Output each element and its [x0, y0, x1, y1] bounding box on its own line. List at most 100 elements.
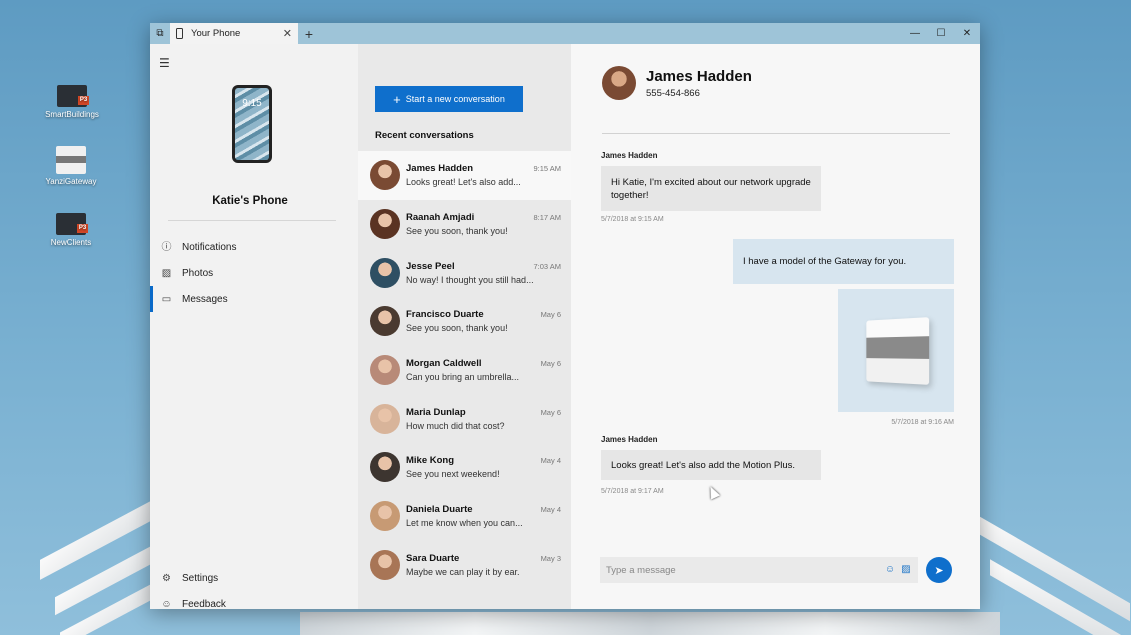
conversation-time: 9:15 AM [533, 164, 561, 174]
send-icon: ➤ [934, 564, 944, 577]
desktop-icon-smartbuildings[interactable]: P3 SmartBuildings [37, 85, 107, 119]
conversation-item[interactable]: Mike Kong May 4 See you next weekend! [358, 443, 571, 492]
message-input[interactable] [606, 564, 880, 576]
image-attach-icon[interactable]: ▨ [900, 564, 912, 576]
gateway-device-image [866, 316, 930, 385]
start-new-conversation-button[interactable]: + Start a new conversation [375, 86, 523, 112]
message-icon: ▭ [161, 293, 172, 305]
message-sender: James Hadden [601, 435, 658, 444]
contact-avatar [370, 160, 400, 191]
conversation-time: May 3 [540, 553, 561, 563]
desktop-icon-label: NewClients [50, 238, 92, 247]
conversation-time: May 4 [540, 505, 561, 515]
close-button[interactable]: ✕ [954, 23, 980, 44]
outgoing-message-bubble[interactable]: I have a model of the Gateway for you. [733, 239, 954, 284]
message-timestamp: 5/7/2018 at 9:16 AM [891, 419, 954, 426]
contact-avatar [370, 549, 400, 580]
left-nav: ☰ 9:15 Katie's Phone ⓘ Notifications ▨ P… [150, 44, 358, 610]
conversation-item[interactable]: Morgan Caldwell May 6 Can you bring an umb… [358, 346, 571, 395]
conversation-name: Raanah Amjadi [406, 212, 475, 224]
conversations-pane: + Start a new conversation Recent conver… [358, 44, 571, 609]
nav-divider [168, 220, 336, 221]
phone-name: Katie's Phone [212, 195, 288, 207]
tab-close-icon[interactable]: ✕ [283, 27, 292, 40]
conversation-preview: See you next weekend! [406, 469, 500, 480]
chat-pane: James Hadden 555-454-866 James Hadden Hi… [571, 44, 980, 609]
title-bar[interactable]: ⧉ Your Phone ✕ + — ☐ ✕ [150, 23, 980, 44]
button-label: Start a new conversation [405, 94, 505, 104]
nav-item-settings[interactable]: ⚙ Settings [150, 565, 358, 591]
powerpoint-file-icon: P3 [57, 85, 89, 107]
contact-avatar [370, 501, 400, 532]
contact-avatar [370, 209, 400, 240]
conversation-item[interactable]: James Hadden 9:15 AM Looks great! Let's al… [358, 151, 571, 200]
conversation-name: Maria Dunlap [406, 406, 466, 418]
conversation-preview: Looks great! Let's also add... [406, 177, 521, 188]
message-timestamp: 5/7/2018 at 9:17 AM [601, 488, 664, 495]
conversation-preview: See you soon, thank you! [406, 323, 508, 334]
conversation-time: May 6 [540, 310, 561, 320]
conversation-preview: See you soon, thank you! [406, 226, 508, 237]
conversation-item[interactable]: Daniela Duarte May 4 Let me know when you … [358, 492, 571, 541]
feedback-person-icon: ☺ [161, 598, 172, 610]
contact-avatar [370, 306, 400, 337]
conversation-name: Morgan Caldwell [406, 358, 482, 370]
incoming-message-bubble[interactable]: Looks great! Let's also add the Motion P… [601, 450, 821, 480]
new-tab-button[interactable]: + [298, 26, 320, 42]
conversation-name: Jesse Peel [406, 260, 455, 272]
hamburger-menu-icon[interactable]: ☰ [159, 56, 170, 70]
conversation-time: 7:03 AM [533, 261, 561, 271]
nav-item-photos[interactable]: ▨ Photos [150, 260, 358, 286]
phone-icon [176, 28, 183, 39]
info-circle-icon: ⓘ [161, 241, 172, 253]
desktop-icon-label: YanziGateway [45, 177, 97, 186]
conversation-name: Daniela Duarte [406, 504, 473, 516]
conversation-item[interactable]: Jesse Peel 7:03 AM No way! I thought you s… [358, 248, 571, 297]
nav-item-messages[interactable]: ▭ Messages [150, 286, 358, 312]
conversation-preview: No way! I thought you still had... [406, 274, 534, 285]
desktop-icon-yanzigateway[interactable]: YanziGateway [36, 146, 106, 186]
maximize-button[interactable]: ☐ [928, 23, 954, 44]
message-sender: James Hadden [601, 151, 658, 160]
conversation-time: May 6 [540, 407, 561, 417]
conversation-preview: Can you bring an umbrella... [406, 372, 520, 383]
image-file-icon [56, 146, 86, 174]
nav-item-label: Messages [182, 293, 228, 305]
task-view-icon[interactable]: ⧉ [150, 23, 170, 44]
conversation-item[interactable]: Maria Dunlap May 6 How much did that cost? [358, 394, 571, 443]
conversation-name: James Hadden [406, 163, 474, 175]
send-button[interactable]: ➤ [926, 557, 952, 583]
emoji-icon[interactable]: ☺ [884, 564, 896, 576]
conversation-name: Francisco Duarte [406, 309, 484, 321]
conversation-preview: How much did that cost? [406, 420, 505, 431]
contact-name: James Hadden [646, 67, 752, 85]
chat-header: James Hadden 555-454-866 [602, 66, 752, 100]
chat-header-divider [602, 133, 950, 134]
incoming-message-bubble[interactable]: Hi Katie, I'm excited about our network … [601, 166, 821, 211]
photo-icon: ▨ [161, 267, 172, 279]
phone-time: 9:15 [242, 98, 262, 109]
tab-your-phone[interactable]: Your Phone ✕ [170, 23, 298, 44]
conversation-time: 8:17 AM [533, 213, 561, 223]
conversation-time: May 6 [540, 359, 561, 369]
conversation-preview: Maybe we can play it by ear. [406, 566, 520, 577]
conversation-item[interactable]: Francisco Duarte May 6 See you soon, thank… [358, 297, 571, 346]
conversation-time: May 4 [540, 456, 561, 466]
conversation-name: Sara Duarte [406, 552, 460, 564]
nav-item-notifications[interactable]: ⓘ Notifications [150, 234, 358, 260]
minimize-button[interactable]: — [902, 23, 928, 44]
desktop-icon-newclients[interactable]: P3 NewClients [36, 213, 106, 247]
desktop-wallpaper-building [300, 612, 1000, 635]
contact-phone: 555-454-866 [646, 87, 700, 99]
conversation-item[interactable]: Sara Duarte May 3 Maybe we can play it by … [358, 541, 571, 590]
contact-avatar [370, 355, 400, 386]
tab-title: Your Phone [191, 28, 241, 39]
nav-item-feedback[interactable]: ☺ Feedback [150, 591, 358, 617]
compose-box: ☺ ▨ [600, 557, 918, 583]
powerpoint-file-icon: P3 [56, 213, 88, 235]
nav-item-label: Feedback [182, 598, 226, 610]
outgoing-image-message[interactable] [838, 289, 954, 412]
conversation-list: James Hadden 9:15 AM Looks great! Let's al… [358, 151, 571, 589]
conversation-item[interactable]: Raanah Amjadi 8:17 AM See you soon, thank … [358, 200, 571, 249]
contact-avatar [370, 452, 400, 483]
